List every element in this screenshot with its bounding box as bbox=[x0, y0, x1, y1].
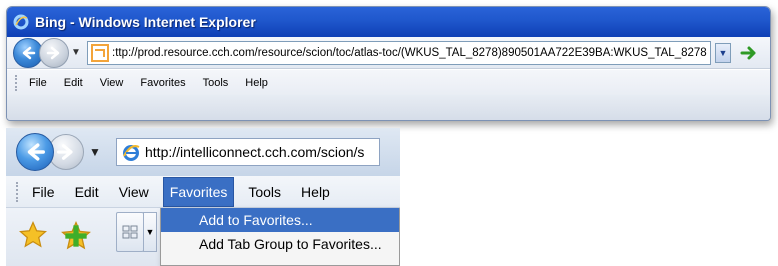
toolbar-grip bbox=[16, 181, 20, 202]
menu-help[interactable]: Help bbox=[301, 184, 330, 200]
navigation-toolbar: ▼ :ttp://prod.resource.cch.com/resource/… bbox=[7, 37, 770, 69]
window-title: Bing - Windows Internet Explorer bbox=[35, 14, 256, 30]
menu-file[interactable]: File bbox=[32, 184, 55, 200]
back-arrow-icon bbox=[22, 46, 36, 59]
recent-pages-dropdown[interactable]: ▼ bbox=[69, 39, 83, 67]
address-text[interactable]: :ttp://prod.resource.cch.com/resource/sc… bbox=[112, 47, 707, 59]
tab-list-dropdown[interactable]: ▼ bbox=[143, 212, 157, 252]
recent-pages-dropdown[interactable]: ▼ bbox=[84, 137, 106, 167]
ie-icon bbox=[123, 145, 140, 161]
address-bar[interactable]: :ttp://prod.resource.cch.com/resource/sc… bbox=[87, 40, 711, 65]
address-text[interactable]: http://intelliconnect.cch.com/scion/s bbox=[145, 144, 364, 160]
chevron-down-icon: ▼ bbox=[145, 227, 155, 237]
navigation-toolbar: ▼ http://intelliconnect.cch.com/scion/s bbox=[6, 128, 400, 176]
ie-window-top: Bing - Windows Internet Explorer ▼ :ttp:… bbox=[6, 6, 771, 121]
toolbar-area bbox=[7, 95, 770, 120]
chevron-down-icon: ▼ bbox=[89, 145, 101, 159]
menu-tools[interactable]: Tools bbox=[248, 184, 281, 200]
ie-window-bottom: ▼ http://intelliconnect.cch.com/scion/s … bbox=[0, 128, 400, 266]
favorites-menu-dropdown: Add to Favorites... Add Tab Group to Fav… bbox=[160, 208, 400, 266]
menu-favorites[interactable]: Favorites bbox=[140, 77, 185, 89]
menu-view[interactable]: View bbox=[100, 77, 124, 89]
quick-tabs-button[interactable] bbox=[116, 212, 144, 252]
go-button[interactable] bbox=[739, 43, 759, 63]
forward-arrow-icon bbox=[56, 144, 73, 160]
menu-edit[interactable]: Edit bbox=[64, 77, 83, 89]
chevron-down-icon: ▼ bbox=[718, 47, 728, 58]
back-button[interactable] bbox=[16, 133, 54, 171]
menu-file[interactable]: File bbox=[29, 77, 47, 89]
chevron-down-icon: ▼ bbox=[71, 47, 81, 58]
title-bar: Bing - Windows Internet Explorer bbox=[7, 7, 770, 37]
menu-help[interactable]: Help bbox=[245, 77, 268, 89]
toolbar-grip bbox=[15, 74, 19, 91]
favorites-star-icon[interactable] bbox=[18, 220, 48, 250]
ie-icon bbox=[13, 14, 29, 30]
address-bar[interactable]: http://intelliconnect.cch.com/scion/s bbox=[116, 138, 380, 166]
quick-tabs-icon bbox=[122, 225, 138, 239]
menu-bar: File Edit View Favorites Tools Help bbox=[7, 69, 770, 95]
menu-favorites[interactable]: Favorites bbox=[162, 176, 235, 207]
add-favorites-icon[interactable] bbox=[60, 220, 92, 252]
menu-tools[interactable]: Tools bbox=[203, 77, 229, 89]
menu-bar: File Edit View Favorites Tools Help bbox=[6, 176, 400, 208]
menu-item-add-to-favorites[interactable]: Add to Favorites... bbox=[161, 208, 399, 232]
back-arrow-icon bbox=[27, 143, 45, 161]
menu-item-add-tab-group[interactable]: Add Tab Group to Favorites... bbox=[161, 232, 399, 256]
forward-arrow-icon bbox=[46, 46, 60, 59]
go-arrow-icon bbox=[740, 46, 756, 59]
forward-button[interactable] bbox=[39, 37, 69, 68]
page-icon bbox=[91, 43, 109, 62]
menu-edit[interactable]: Edit bbox=[75, 184, 99, 200]
menu-view[interactable]: View bbox=[119, 184, 149, 200]
address-dropdown-button[interactable]: ▼ bbox=[715, 42, 731, 63]
